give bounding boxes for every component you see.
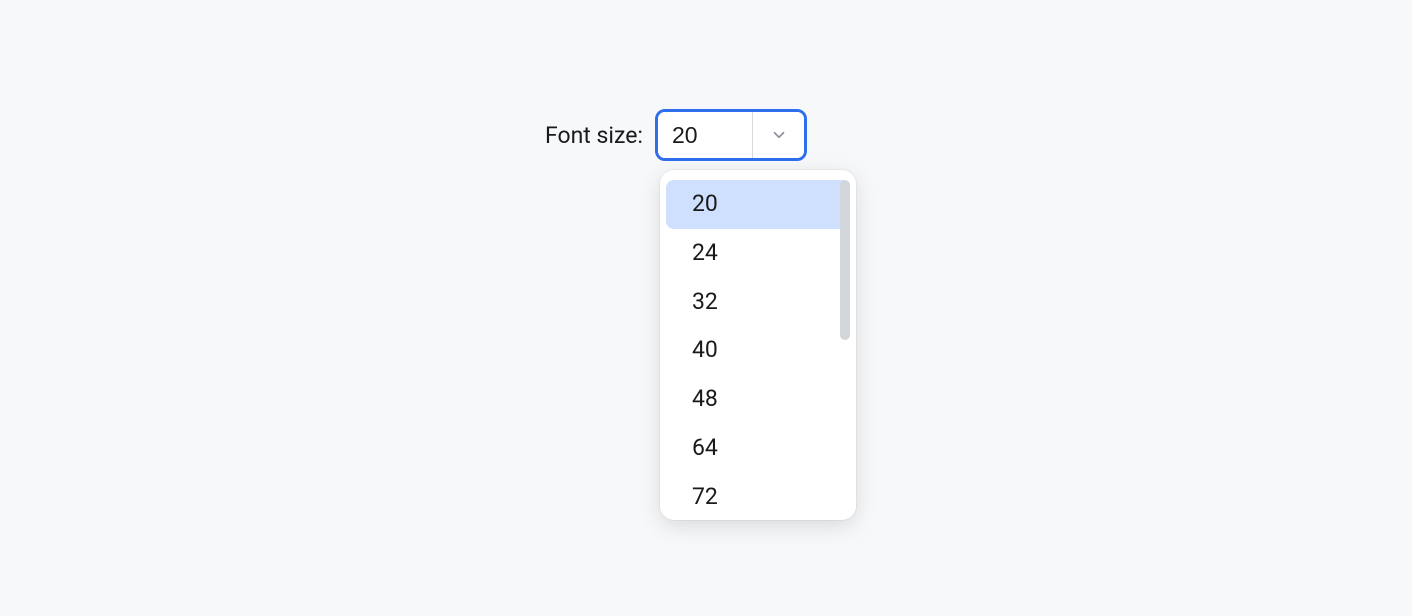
font-size-option[interactable]: 48 (666, 375, 850, 424)
font-size-combobox[interactable] (655, 109, 807, 161)
dropdown-scrollbar[interactable] (840, 180, 850, 510)
font-size-option[interactable]: 40 (666, 326, 850, 375)
chevron-down-icon (770, 126, 788, 144)
font-size-dropdown-toggle[interactable] (752, 112, 804, 158)
font-size-row: Font size: (545, 109, 807, 161)
font-size-label: Font size: (545, 122, 643, 149)
font-size-option[interactable]: 20 (666, 180, 850, 229)
font-size-option[interactable]: 64 (666, 424, 850, 473)
font-size-options: 20243240486472 (660, 180, 856, 510)
font-size-dropdown: 20243240486472 (660, 170, 856, 520)
font-size-option[interactable]: 72 (666, 473, 850, 521)
font-size-input[interactable] (658, 112, 752, 158)
scrollbar-thumb[interactable] (840, 180, 850, 340)
font-size-option[interactable]: 24 (666, 229, 850, 278)
font-size-option[interactable]: 32 (666, 278, 850, 327)
